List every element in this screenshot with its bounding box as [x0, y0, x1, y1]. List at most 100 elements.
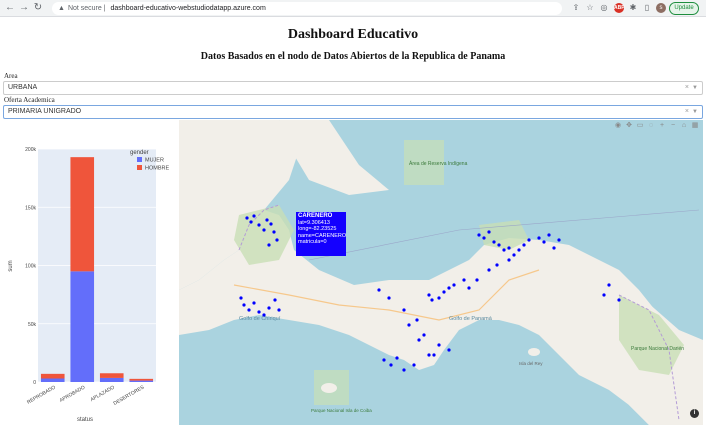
sidepanel-icon[interactable]: ▯ — [642, 3, 652, 13]
camera-icon[interactable]: ◉ — [614, 122, 622, 130]
bar-mujer-aprobado[interactable] — [70, 271, 95, 382]
legend-item-hombre[interactable]: HOMBRE — [145, 166, 169, 172]
school-point[interactable] — [267, 243, 271, 247]
map-svg[interactable]: Área de Reserva Indígena Golfo de Panamá… — [179, 120, 703, 425]
school-point[interactable] — [269, 222, 273, 226]
school-point[interactable] — [512, 253, 516, 257]
bar-mujer-aplazado[interactable] — [99, 377, 124, 382]
school-point[interactable] — [257, 223, 261, 227]
star-icon[interactable]: ☆ — [585, 3, 595, 13]
school-point[interactable] — [407, 323, 411, 327]
legend-swatch-hombre[interactable] — [137, 165, 142, 170]
zoom-in-icon[interactable]: + — [658, 122, 666, 130]
school-point[interactable] — [273, 298, 277, 302]
bar-hombre-aprobado[interactable] — [70, 157, 95, 272]
zoom-out-icon[interactable]: − — [669, 122, 677, 130]
school-point[interactable] — [495, 263, 499, 267]
school-point[interactable] — [249, 220, 253, 224]
school-point[interactable] — [267, 306, 271, 310]
lens-icon[interactable]: ◎ — [599, 3, 609, 13]
school-point[interactable] — [427, 293, 431, 297]
adblock-extension-icon[interactable]: ABP — [614, 3, 625, 13]
school-point[interactable] — [242, 303, 246, 307]
bar-hombre-aplazado[interactable] — [99, 373, 124, 378]
school-point[interactable] — [547, 233, 551, 237]
schools-map[interactable]: Área de Reserva Indígena Golfo de Panamá… — [179, 120, 703, 425]
school-point[interactable] — [422, 333, 426, 337]
school-point[interactable] — [497, 243, 501, 247]
school-point[interactable] — [447, 348, 451, 352]
school-point[interactable] — [412, 363, 416, 367]
school-point[interactable] — [607, 283, 611, 287]
school-point[interactable] — [487, 268, 491, 272]
school-point[interactable] — [442, 290, 446, 294]
school-point[interactable] — [527, 238, 531, 242]
school-point[interactable] — [552, 246, 556, 250]
extensions-icon[interactable]: ✱ — [628, 3, 638, 13]
school-point[interactable] — [492, 240, 496, 244]
oferta-dropdown[interactable]: PRIMARIA UNIGRADO × ▼ — [3, 105, 703, 119]
school-point[interactable] — [517, 248, 521, 252]
school-point[interactable] — [275, 238, 279, 242]
school-point[interactable] — [437, 343, 441, 347]
school-point[interactable] — [272, 230, 276, 234]
school-point[interactable] — [262, 228, 266, 232]
school-point[interactable] — [502, 248, 506, 252]
school-point[interactable] — [557, 238, 561, 242]
clear-icon[interactable]: × — [685, 106, 689, 118]
school-point[interactable] — [477, 233, 481, 237]
legend-item-mujer[interactable]: MUJER — [145, 158, 164, 164]
school-point[interactable] — [447, 286, 451, 290]
area-dropdown[interactable]: URBANA × ▼ — [3, 81, 703, 95]
school-point[interactable] — [245, 216, 249, 220]
school-point[interactable] — [382, 358, 386, 362]
school-point[interactable] — [482, 236, 486, 240]
school-point[interactable] — [537, 236, 541, 240]
school-point[interactable] — [252, 301, 256, 305]
pan-icon[interactable]: ✥ — [625, 122, 633, 130]
school-point[interactable] — [427, 353, 431, 357]
school-point[interactable] — [542, 240, 546, 244]
update-button[interactable]: Update — [669, 2, 699, 15]
bar-mujer-desertores[interactable] — [129, 380, 154, 382]
bar-mujer-reprobado[interactable] — [40, 378, 65, 382]
share-icon[interactable]: ⇪ — [571, 3, 581, 13]
lasso-icon[interactable]: ◌ — [647, 122, 655, 130]
box-select-icon[interactable]: ▭ — [636, 122, 644, 130]
school-point[interactable] — [277, 308, 281, 312]
legend-swatch-mujer[interactable] — [137, 157, 142, 162]
school-point[interactable] — [452, 283, 456, 287]
school-point[interactable] — [377, 288, 381, 292]
forward-icon[interactable]: → — [18, 2, 30, 14]
school-point[interactable] — [417, 338, 421, 342]
clear-icon[interactable]: × — [685, 82, 689, 94]
school-point[interactable] — [265, 218, 269, 222]
school-point[interactable] — [507, 246, 511, 250]
school-point[interactable] — [415, 318, 419, 322]
school-point[interactable] — [430, 298, 434, 302]
back-icon[interactable]: ← — [4, 2, 16, 14]
profile-avatar[interactable]: s — [656, 3, 666, 13]
school-point[interactable] — [617, 298, 621, 302]
school-point[interactable] — [402, 368, 406, 372]
school-point[interactable] — [402, 308, 406, 312]
school-point[interactable] — [257, 310, 261, 314]
chevron-down-icon[interactable]: ▼ — [692, 106, 698, 118]
bar-hombre-reprobado[interactable] — [40, 373, 65, 379]
plotly-logo-icon[interactable]: ▦ — [691, 122, 699, 130]
school-point[interactable] — [387, 296, 391, 300]
school-point[interactable] — [475, 278, 479, 282]
chevron-down-icon[interactable]: ▼ — [692, 82, 698, 94]
school-point[interactable] — [462, 278, 466, 282]
school-point[interactable] — [522, 243, 526, 247]
school-point[interactable] — [467, 286, 471, 290]
school-point[interactable] — [252, 214, 256, 218]
bar-hombre-desertores[interactable] — [129, 378, 154, 381]
address-bar[interactable]: ▲ Not secure | dashboard-educativo-webstu… — [52, 2, 562, 15]
school-point[interactable] — [395, 356, 399, 360]
school-point[interactable] — [247, 308, 251, 312]
school-point[interactable] — [507, 258, 511, 262]
school-point[interactable] — [432, 353, 436, 357]
school-point[interactable] — [437, 296, 441, 300]
school-point[interactable] — [602, 293, 606, 297]
